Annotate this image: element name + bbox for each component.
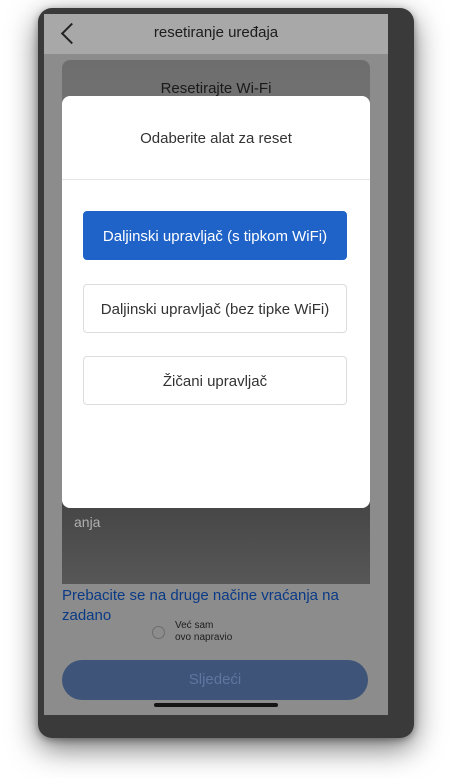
home-indicator[interactable] — [154, 703, 278, 707]
reset-tool-dialog: Odaberite alat za reset Daljinski upravl… — [62, 96, 370, 508]
back-arrow-icon[interactable] — [60, 22, 83, 45]
option-remote-without-wifi-button[interactable]: Daljinski upravljač (bez tipke WiFi) — [83, 284, 347, 333]
phone-screen: resetiranje uređaja Resetirajte Wi-Fi an… — [44, 14, 388, 715]
dialog-divider — [62, 179, 370, 180]
instruction-title: Resetirajte Wi-Fi — [160, 80, 272, 97]
next-button[interactable]: Sljedeći — [62, 660, 368, 700]
already-done-checkbox[interactable] — [152, 626, 165, 639]
dialog-title: Odaberite alat za reset — [140, 130, 292, 147]
option-wired-controller[interactable]: Žičani upravljač — [83, 356, 347, 405]
page-title: resetiranje uređaja — [153, 24, 279, 41]
option-remote-with-wifi-button[interactable]: Daljinski upravljač (s tipkom WiFi) — [83, 211, 347, 260]
already-done-label-line2: ovo napravio — [175, 632, 233, 643]
instruction-caption: anja — [74, 514, 101, 530]
already-done-label: Već sam ovo napravio — [175, 620, 232, 644]
already-done-label-line1: Već sam — [175, 620, 214, 631]
app-header: resetiranje uređaja — [44, 14, 388, 55]
screenshot-canvas: resetiranje uređaja Resetirajte Wi-Fi an… — [0, 0, 454, 778]
